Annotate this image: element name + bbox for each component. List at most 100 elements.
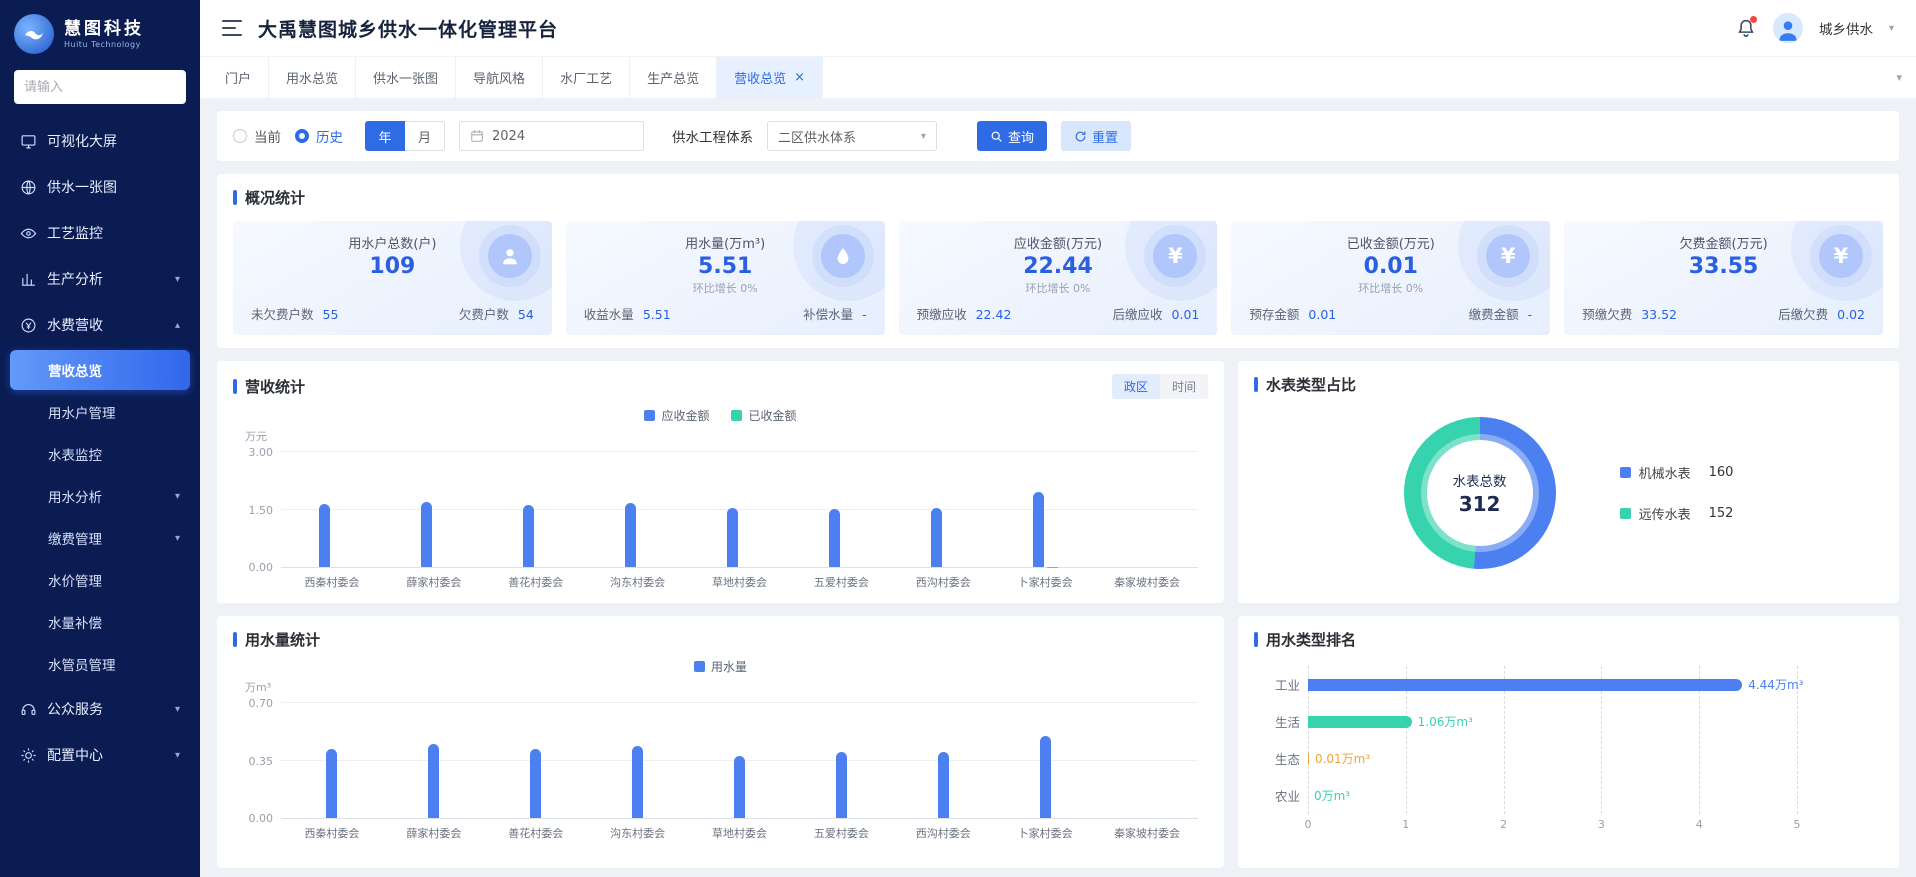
legend-item[interactable]: 应收金额 xyxy=(644,407,709,424)
tab-water-usage-overview[interactable]: 用水总览 xyxy=(269,57,356,98)
sidebar-item-label: 生产分析 xyxy=(47,269,103,289)
plot-area: 工业4.44万m³生活1.06万m³生态0.01万m³农业0万m³ xyxy=(1308,666,1797,814)
sidebar-item-process-monitor[interactable]: 工艺监控 xyxy=(10,210,190,256)
sidebar-item-visual-screen[interactable]: 可视化大屏 xyxy=(10,118,190,164)
category-label: 农业 xyxy=(1260,786,1300,805)
stat-card-arrears: ¥ 欠费金额(万元) 33.55 预缴欠费33.52 后缴欠费0.02 xyxy=(1564,221,1883,335)
chart-row-2: 用水量统计 用水量 万m³0.000.350.70西秦村委会薛家村委会善花村委会… xyxy=(217,616,1899,868)
radio-history[interactable]: 历史 xyxy=(295,126,343,146)
tab-plant-process[interactable]: 水厂工艺 xyxy=(543,57,630,98)
tab-label: 水厂工艺 xyxy=(560,68,612,87)
stat-detail-value: 0.02 xyxy=(1837,307,1865,322)
notification-bell-icon[interactable] xyxy=(1735,17,1757,39)
bar-group xyxy=(428,703,439,818)
legend-item[interactable]: 远传水表152 xyxy=(1620,504,1734,523)
x-axis-tick: 0 xyxy=(1304,818,1311,831)
category-label: 生态 xyxy=(1260,749,1300,768)
gear-icon xyxy=(20,747,37,764)
tabs-overflow-chevron-icon[interactable]: ▾ xyxy=(1896,57,1902,98)
x-axis-label: 秦家坡村委会 xyxy=(1096,574,1198,590)
reset-button[interactable]: 重置 xyxy=(1061,121,1131,151)
sidebar-subitem-usage-analysis[interactable]: 用水分析 ▾ xyxy=(10,476,190,516)
stat-detail-label: 预缴欠费 xyxy=(1582,304,1632,323)
sidebar-subitem-payment-management[interactable]: 缴费管理 ▾ xyxy=(10,518,190,558)
toggle-year-button[interactable]: 年 xyxy=(365,121,405,151)
account-chevron-down-icon[interactable]: ▾ xyxy=(1889,23,1894,34)
radio-circle-icon xyxy=(295,129,309,143)
bar-value-label: 4.44万m³ xyxy=(1748,676,1803,693)
radio-circle-icon xyxy=(233,129,247,143)
sidebar-item-water-map[interactable]: 供水一张图 xyxy=(10,164,190,210)
overview-section: 概况统计 用水户总数(户) 109 未欠费户数55 欠费户数54 xyxy=(217,174,1899,348)
tab-nav-style[interactable]: 导航风格 xyxy=(456,57,543,98)
year-value: 2024 xyxy=(492,129,525,144)
y-axis-tick: 0.35 xyxy=(235,755,273,768)
toggle-label: 月 xyxy=(418,127,431,146)
toggle-month-button[interactable]: 月 xyxy=(405,121,445,151)
tab-production-overview[interactable]: 生产总览 xyxy=(630,57,717,98)
x-axis-label: 草地村委会 xyxy=(689,574,791,590)
sidebar-item-config-center[interactable]: 配置中心 ▾ xyxy=(10,732,190,778)
bar xyxy=(421,502,432,567)
sidebar-search-input[interactable] xyxy=(24,80,176,95)
reset-button-label: 重置 xyxy=(1092,127,1118,146)
year-picker-input[interactable]: 2024 xyxy=(459,121,644,151)
usage-statistics-card: 用水量统计 用水量 万m³0.000.350.70西秦村委会薛家村委会善花村委会… xyxy=(217,616,1224,868)
query-button[interactable]: 查询 xyxy=(977,121,1047,151)
tab-water-supply-map[interactable]: 供水一张图 xyxy=(356,57,456,98)
sidebar-item-production-analysis[interactable]: 生产分析 ▾ xyxy=(10,256,190,302)
donut-center-title: 水表总数 xyxy=(1453,470,1507,490)
stat-detail-row: 预存金额0.01 缴费金额- xyxy=(1245,304,1536,323)
bar-group xyxy=(938,703,949,818)
sidebar-subitem-water-user-management[interactable]: 用水户管理 xyxy=(10,392,190,432)
query-button-label: 查询 xyxy=(1008,127,1034,146)
select-value: 二区供水体系 xyxy=(778,127,856,146)
x-axis-label: 沟东村委会 xyxy=(587,825,689,841)
sidebar-subitem-water-price-management[interactable]: 水价管理 xyxy=(10,560,190,600)
x-axis-tick: 2 xyxy=(1500,818,1507,831)
account-name[interactable]: 城乡供水 xyxy=(1819,18,1873,38)
sidebar-subitem-revenue-overview[interactable]: 营收总览 xyxy=(10,350,190,390)
sidebar-item-label: 公众服务 xyxy=(47,699,103,719)
radio-current[interactable]: 当前 xyxy=(233,126,281,146)
toggle-time-button[interactable]: 时间 xyxy=(1160,374,1208,399)
sidebar-subitem-water-compensation[interactable]: 水量补偿 xyxy=(10,602,190,642)
legend-item[interactable]: 用水量 xyxy=(694,658,747,675)
legend-item[interactable]: 已收金额 xyxy=(731,407,796,424)
plot-area: 0.000.350.70 xyxy=(281,703,1198,819)
stat-detail-value: 33.52 xyxy=(1641,307,1677,322)
sidebar-subitem-label: 水表监控 xyxy=(48,444,102,464)
x-axis-label: 五爱村委会 xyxy=(790,574,892,590)
service-headset-icon xyxy=(20,701,37,718)
x-axis-label: 薛家村委会 xyxy=(383,825,485,841)
toggle-district-button[interactable]: 政区 xyxy=(1112,374,1160,399)
stat-subtext: 环比增长 0% xyxy=(580,280,871,296)
radio-label: 历史 xyxy=(316,126,343,146)
x-axis-labels: 012345 xyxy=(1308,818,1797,836)
tab-portal[interactable]: 门户 xyxy=(208,57,269,98)
select-chevron-down-icon: ▾ xyxy=(921,131,926,142)
close-icon[interactable]: × xyxy=(794,70,805,85)
x-axis-labels: 西秦村委会薛家村委会善花村委会沟东村委会草地村委会五爱村委会西沟村委会卜家村委会… xyxy=(281,574,1198,590)
bar xyxy=(632,746,643,818)
system-select[interactable]: 二区供水体系 ▾ xyxy=(767,121,937,151)
legend-item[interactable]: 机械水表160 xyxy=(1620,463,1734,482)
sidebar-item-water-fee-revenue[interactable]: 水费营收 ▴ xyxy=(10,302,190,348)
collapse-menu-icon[interactable] xyxy=(222,20,242,36)
donut-legend: 机械水表160 远传水表152 xyxy=(1620,463,1734,523)
category-label: 工业 xyxy=(1260,675,1300,694)
bar-group xyxy=(1040,703,1051,818)
avatar[interactable] xyxy=(1773,13,1803,43)
sidebar-search[interactable] xyxy=(14,70,186,104)
bar xyxy=(836,752,847,818)
sidebar-subitem-meter-monitoring[interactable]: 水表监控 xyxy=(10,434,190,474)
tab-revenue-overview[interactable]: 营收总览 × xyxy=(717,57,823,98)
sidebar-item-public-service[interactable]: 公众服务 ▾ xyxy=(10,686,190,732)
sidebar-subitem-water-manager-management[interactable]: 水管员管理 xyxy=(10,644,190,684)
plot-area: 0.001.503.00 xyxy=(281,452,1198,568)
main-scroll-area[interactable]: 当前 历史 年 月 2024 供水工程体系 二区供水体系 ▾ xyxy=(200,98,1916,877)
stat-detail-value: 0.01 xyxy=(1308,307,1336,322)
yen-icon: ¥ xyxy=(1486,234,1530,278)
bar-group xyxy=(625,452,650,567)
stat-detail-value: 0.01 xyxy=(1172,307,1200,322)
